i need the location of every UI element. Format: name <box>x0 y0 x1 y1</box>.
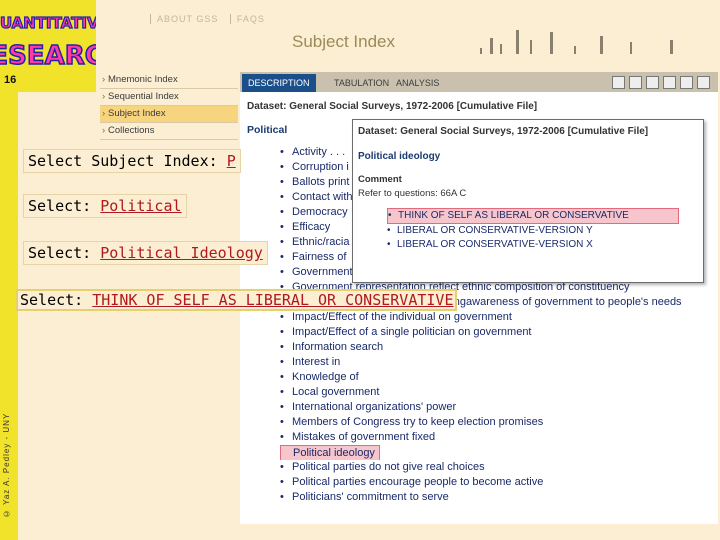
instruction-value: Political <box>100 197 182 215</box>
instruction-prefix: Select: <box>28 197 92 215</box>
topic-item[interactable]: Knowledge of <box>280 370 718 385</box>
svg-text:QUANTITATIVE: QUANTITATIVE <box>0 14 96 32</box>
info-icon[interactable] <box>697 76 710 89</box>
nav-item-sequential-index[interactable]: Sequential Index <box>100 89 238 106</box>
topic-item[interactable]: Political parties encourage people to be… <box>280 475 718 490</box>
topic-item[interactable]: Information search <box>280 340 718 355</box>
instruction-step-1: Select Subject Index: P <box>23 149 241 173</box>
nav-item-collections[interactable]: Collections <box>100 123 238 140</box>
popup-item[interactable]: LIBERAL OR CONSERVATIVE-VERSION X <box>387 238 697 252</box>
top-links: ABOUT GSS FAQS <box>150 14 273 24</box>
topic-item[interactable]: Impact/Effect of the individual on gover… <box>280 310 718 325</box>
top-link-about[interactable]: ABOUT GSS <box>150 14 219 24</box>
popup-item-think-of-self-highlighted[interactable]: THINK OF SELF AS LIBERAL OR CONSERVATIVE <box>387 208 679 224</box>
topic-item[interactable]: Politicians' commitment to serve <box>280 490 718 505</box>
popup-variable-list: THINK OF SELF AS LIBERAL OR CONSERVATIVE… <box>387 208 697 252</box>
instruction-prefix: Select: <box>28 244 92 262</box>
instruction-prefix: Select: <box>20 291 84 309</box>
topic-item[interactable]: Impact/Effect of a single politician on … <box>280 325 718 340</box>
nav-item-subject-index[interactable]: Subject Index <box>100 106 238 123</box>
topic-item[interactable]: International organizations' power <box>280 400 718 415</box>
popup-dataset-title: Dataset: General Social Surveys, 1972-20… <box>358 126 649 137</box>
topic-item[interactable]: Members of Congress try to keep election… <box>280 415 718 430</box>
popup-subtitle: Political ideology <box>358 151 441 162</box>
instruction-step-4: Select: THINK OF SELF AS LIBERAL OR CONS… <box>16 289 458 311</box>
page-title: Subject Index <box>292 32 396 51</box>
dataset-title: Dataset: General Social Surveys, 1972-20… <box>247 101 538 112</box>
expand-icon[interactable] <box>663 76 676 89</box>
tab-bar: DESCRIPTION TABULATION ANALYSIS <box>240 72 718 92</box>
topic-item[interactable]: Mistakes of government fixed <box>280 430 718 445</box>
topic-item[interactable]: Interest in <box>280 355 718 370</box>
left-nav: Mnemonic Index Sequential Index Subject … <box>100 72 238 140</box>
variable-popup-window: Dataset: General Social Surveys, 1972-20… <box>352 119 704 283</box>
instruction-value: Political Ideology <box>100 244 263 262</box>
instruction-step-3: Select: Political Ideology <box>23 241 268 265</box>
topic-item-political-ideology-highlighted[interactable]: Political ideology <box>280 445 380 460</box>
settings-icon[interactable] <box>646 76 659 89</box>
popup-comment-label: Comment <box>358 174 402 185</box>
tab-tabulation[interactable]: TABULATION <box>328 74 395 92</box>
svg-text:RESEARCH: RESEARCH <box>0 41 96 71</box>
instruction-prefix: Select Subject Index: <box>28 152 218 170</box>
toolbar-icons <box>612 76 710 89</box>
save-icon[interactable] <box>680 76 693 89</box>
copyright-credit: © Yaz A. Pedley - UNY <box>2 412 11 518</box>
instruction-step-2: Select: Political <box>23 194 187 218</box>
decorative-bars-graphic <box>480 30 673 54</box>
instruction-value: THINK OF SELF AS LIBERAL OR CONSERVATIVE <box>92 291 454 309</box>
section-title: Political <box>247 124 288 136</box>
help-icon[interactable] <box>612 76 625 89</box>
popup-item[interactable]: LIBERAL OR CONSERVATIVE-VERSION Y <box>387 224 697 238</box>
instruction-value: P <box>226 152 236 170</box>
tab-description[interactable]: DESCRIPTION <box>242 74 316 92</box>
topic-item[interactable]: Local government <box>280 385 718 400</box>
tab-analysis[interactable]: ANALYSIS <box>390 74 445 92</box>
top-link-faqs[interactable]: FAQS <box>229 14 265 24</box>
slide-number: 16 <box>4 74 17 86</box>
popup-refer-text: Refer to questions: 66A C <box>358 188 467 199</box>
print-icon[interactable] <box>629 76 642 89</box>
topic-item[interactable]: Political parties do not give real choic… <box>280 460 718 475</box>
nav-item-mnemonic-index[interactable]: Mnemonic Index <box>100 72 238 89</box>
